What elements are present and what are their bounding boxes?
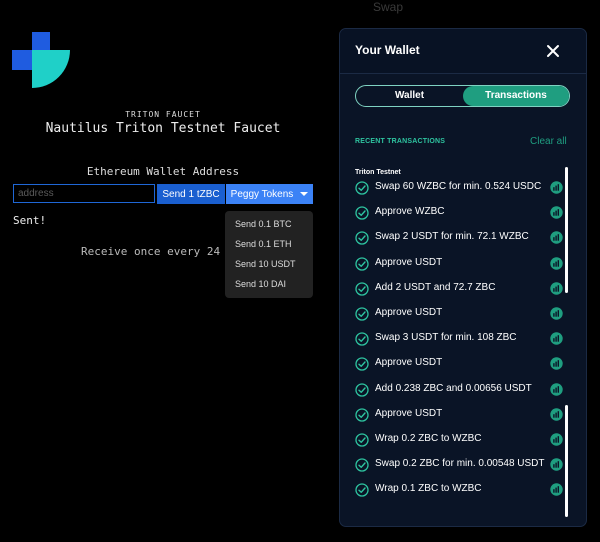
explorer-link-icon[interactable]	[550, 382, 563, 396]
explorer-link-icon[interactable]	[550, 282, 563, 295]
transaction-label: Approve USDT	[375, 256, 443, 268]
background-swap-label: Swap	[373, 0, 404, 14]
check-circle-icon	[355, 332, 369, 346]
check-circle-icon	[355, 231, 369, 246]
check-circle-icon	[355, 382, 369, 397]
transaction-label: Swap 0.2 ZBC for min. 0.00548 USDT	[375, 458, 545, 470]
check-circle-icon	[355, 206, 369, 220]
address-label: Ethereum Wallet Address	[86, 165, 240, 178]
explorer-link-icon[interactable]	[550, 231, 563, 245]
transaction-row[interactable]: Approve WZBC	[355, 203, 570, 223]
check-circle-icon	[355, 282, 369, 296]
check-circle-icon	[355, 458, 369, 472]
explorer-link-icon[interactable]	[550, 256, 563, 270]
transaction-label: Approve USDT	[375, 357, 443, 369]
transaction-row[interactable]: Swap 0.2 ZBC for min. 0.00548 USDT	[355, 455, 570, 475]
explorer-link-icon[interactable]	[550, 433, 563, 446]
status-text: Sent!	[13, 214, 47, 227]
explorer-link-icon[interactable]	[550, 357, 563, 371]
check-circle-icon	[355, 181, 369, 195]
menu-item-send-eth[interactable]: Send 0.1 ETH	[225, 234, 313, 254]
scrollbar-thumb[interactable]	[565, 167, 568, 293]
transaction-row[interactable]: Approve USDT	[355, 304, 570, 324]
transaction-row[interactable]: Add 2 USDT and 72.7 ZBC	[355, 279, 570, 299]
transaction-row[interactable]: Add 0.238 ZBC and 0.00656 USDT	[355, 380, 570, 400]
transaction-label: Swap 2 USDT for min. 72.1 WZBC	[375, 231, 529, 243]
wallet-panel: Your Wallet Wallet Transactions RECENT T…	[339, 28, 587, 527]
clear-all-link[interactable]: Clear all	[530, 136, 567, 147]
caret-down-icon	[300, 192, 309, 196]
tab-wallet[interactable]: Wallet	[356, 86, 463, 106]
transaction-row[interactable]: Swap 3 USDT for min. 108 ZBC	[355, 329, 570, 349]
check-circle-icon	[355, 408, 369, 422]
explorer-link-icon[interactable]	[550, 206, 563, 219]
receive-info: Receive once every 24 ho	[81, 245, 240, 258]
transaction-row[interactable]: Swap 2 USDT for min. 72.1 WZBC	[355, 228, 570, 248]
peggy-dropdown-menu: Send 0.1 BTC Send 0.1 ETH Send 10 USDT S…	[225, 211, 313, 298]
transaction-row[interactable]: Approve USDT	[355, 354, 570, 374]
transaction-label: Swap 60 WZBC for min. 0.524 USDC	[375, 181, 542, 192]
explorer-link-icon[interactable]	[550, 181, 563, 194]
transaction-label: Swap 3 USDT for min. 108 ZBC	[375, 332, 517, 344]
scrollbar-thumb[interactable]	[565, 405, 568, 517]
close-icon[interactable]	[545, 43, 561, 59]
transaction-row[interactable]: Approve USDT	[355, 405, 570, 425]
logo-icon	[12, 32, 70, 88]
tab-transactions[interactable]: Transactions	[463, 86, 569, 106]
wallet-tabs: Wallet Transactions	[355, 85, 570, 107]
explorer-link-icon[interactable]	[550, 408, 563, 421]
transaction-label: Add 0.238 ZBC and 0.00656 USDT	[375, 382, 532, 394]
transaction-label: Add 2 USDT and 72.7 ZBC	[375, 281, 496, 293]
transaction-row[interactable]: Wrap 0.1 ZBC to WZBC	[355, 480, 570, 500]
address-input[interactable]	[13, 184, 155, 203]
menu-item-send-dai[interactable]: Send 10 DAI	[225, 274, 313, 294]
wallet-title: Your Wallet	[355, 43, 420, 57]
menu-item-send-btc[interactable]: Send 0.1 BTC	[225, 214, 313, 234]
transaction-label: Approve USDT	[375, 307, 443, 318]
transaction-label: Wrap 0.2 ZBC to WZBC	[375, 433, 482, 444]
wallet-header: Your Wallet	[340, 29, 586, 74]
transaction-row[interactable]: Swap 60 WZBC for min. 0.524 USDC	[355, 178, 570, 198]
recent-transactions-heading: RECENT TRANSACTIONS	[355, 138, 446, 145]
check-circle-icon	[355, 433, 369, 447]
send-tzbc-button[interactable]: Send 1 tZBC	[157, 184, 225, 204]
transaction-label: Approve WZBC	[375, 206, 445, 218]
transaction-label: Wrap 0.1 ZBC to WZBC	[375, 483, 482, 495]
transaction-row[interactable]: Approve USDT	[355, 254, 570, 274]
transaction-row[interactable]: Wrap 0.2 ZBC to WZBC	[355, 430, 570, 450]
explorer-link-icon[interactable]	[550, 483, 563, 497]
transaction-label: Approve USDT	[375, 407, 443, 419]
explorer-link-icon[interactable]	[550, 307, 563, 320]
explorer-link-icon[interactable]	[550, 332, 563, 345]
menu-item-send-usdt[interactable]: Send 10 USDT	[225, 254, 313, 274]
peggy-tokens-button[interactable]: Peggy Tokens	[226, 184, 313, 204]
check-circle-icon	[355, 357, 369, 372]
page-title: Nautilus Triton Testnet Faucet	[45, 121, 281, 136]
check-circle-icon	[355, 256, 369, 271]
explorer-link-icon[interactable]	[550, 458, 563, 471]
check-circle-icon	[355, 307, 369, 321]
check-circle-icon	[355, 483, 369, 498]
network-label: Triton Testnet	[355, 169, 401, 176]
faucet-subtitle: TRITON FAUCET	[125, 110, 201, 119]
